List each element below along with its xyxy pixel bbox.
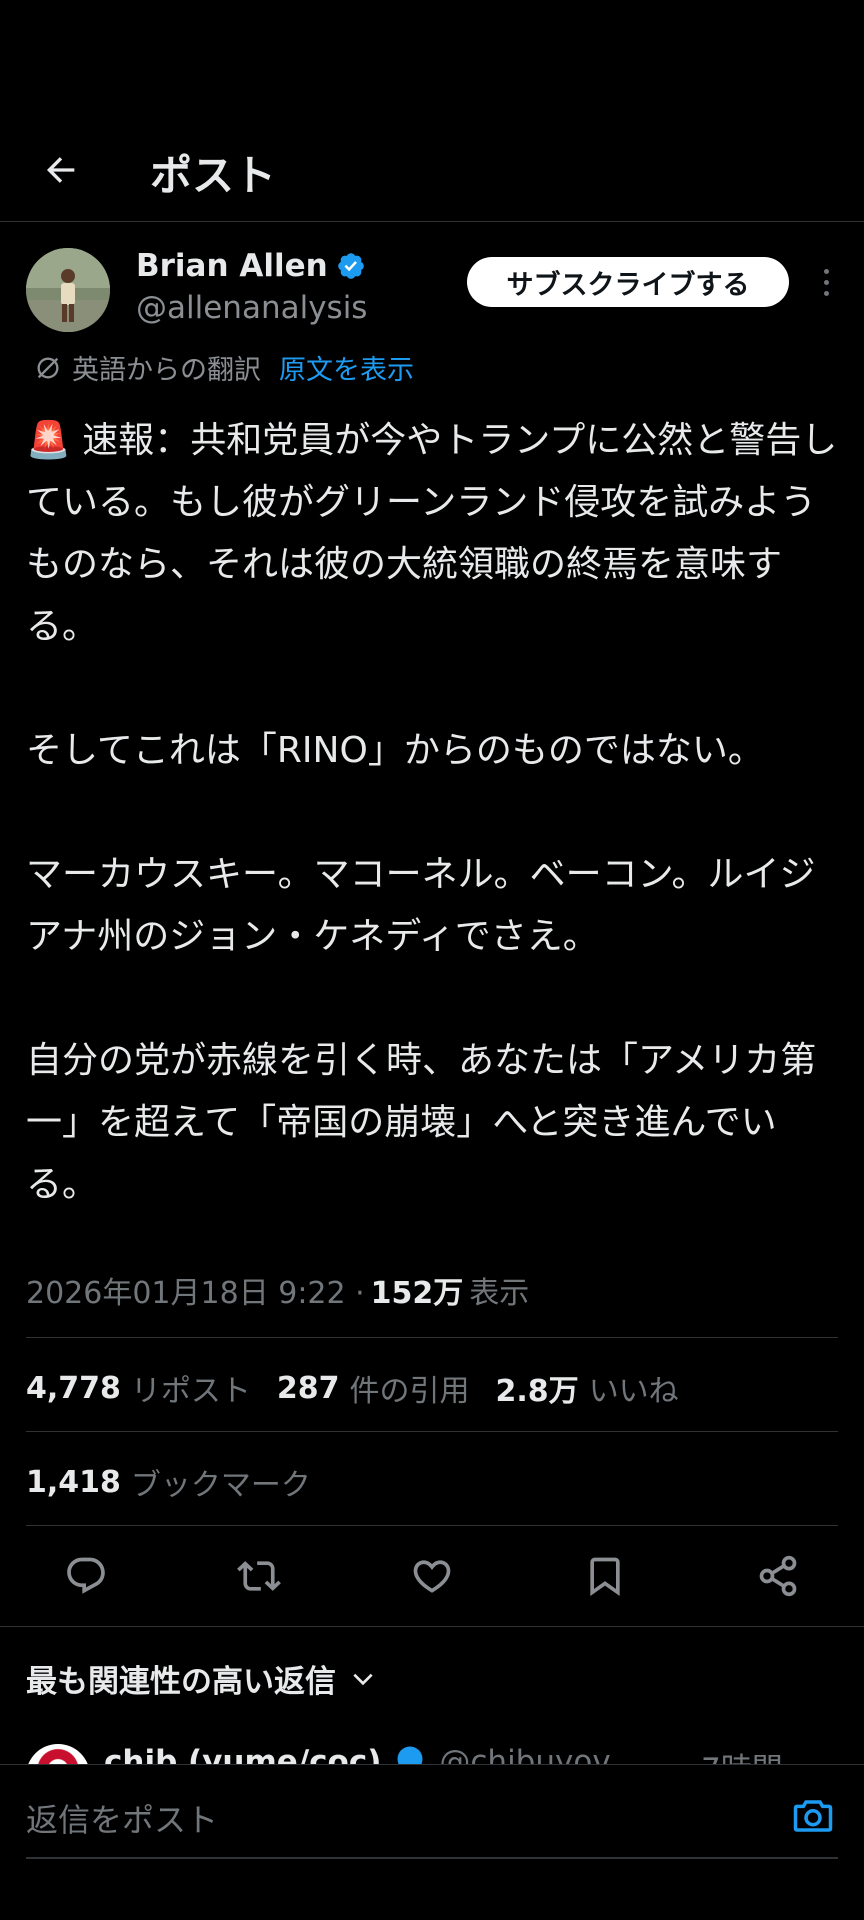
reply-avatar[interactable] bbox=[26, 1744, 90, 1764]
bookmarks-count: 1,418 bbox=[26, 1464, 121, 1500]
verified-badge-icon bbox=[397, 1746, 423, 1764]
avatar[interactable] bbox=[26, 248, 110, 332]
repost-button[interactable] bbox=[231, 1548, 287, 1604]
show-original-link[interactable]: 原文を表示 bbox=[279, 348, 414, 387]
post-meta: 2026年01月18日 9:22 · 152万 表示 bbox=[26, 1268, 529, 1312]
divider bbox=[26, 1431, 838, 1432]
like-button[interactable] bbox=[404, 1548, 460, 1604]
reposts-label: リポスト bbox=[130, 1374, 251, 1409]
bookmark-icon bbox=[590, 1557, 620, 1597]
composer-underline bbox=[26, 1857, 838, 1859]
action-bar bbox=[0, 1548, 864, 1604]
reply-sort-dropdown[interactable]: 最も関連性の高い返信 bbox=[26, 1656, 376, 1701]
author-name-text: Brian Allen bbox=[136, 248, 328, 284]
bookmark-button[interactable] bbox=[577, 1548, 633, 1604]
reply-author-name: chib (yume/coc) bbox=[104, 1744, 382, 1764]
likes-stat[interactable]: 2.8万 いいね bbox=[496, 1366, 679, 1410]
post-text: 🚨 速報：共和党員が今やトランプに公然と警告している。もし彼がグリーンランド侵攻… bbox=[26, 420, 838, 1205]
reply-composer: 返信をポスト bbox=[0, 1764, 864, 1920]
more-dot-icon bbox=[823, 290, 829, 296]
reply-author-handle: @chibuyov bbox=[439, 1744, 611, 1764]
reply-time: 7時間 bbox=[701, 1744, 783, 1764]
more-dot-icon bbox=[823, 279, 829, 285]
author-name[interactable]: Brian Allen bbox=[136, 248, 366, 284]
more-dot-icon bbox=[823, 268, 829, 274]
author-handle[interactable]: @allenanalysis bbox=[136, 290, 367, 326]
reposts-stat[interactable]: 4,778 リポスト bbox=[26, 1366, 251, 1410]
header-divider bbox=[0, 221, 864, 222]
bookmarks-label: ブックマーク bbox=[130, 1468, 311, 1503]
quotes-count: 287 bbox=[276, 1370, 340, 1406]
reply-input[interactable]: 返信をポスト bbox=[26, 1795, 218, 1841]
reposts-count: 4,778 bbox=[26, 1370, 121, 1406]
chevron-down-icon bbox=[353, 1673, 373, 1685]
quotes-label: 件の引用 bbox=[349, 1374, 470, 1409]
verified-badge-icon bbox=[337, 253, 364, 279]
engagement-stats: 4,778 リポスト 287 件の引用 2.8万 いいね bbox=[26, 1366, 705, 1410]
quotes-stat[interactable]: 287 件の引用 bbox=[277, 1366, 470, 1410]
share-button[interactable] bbox=[750, 1548, 806, 1604]
translate-icon bbox=[37, 357, 59, 378]
heart-icon bbox=[413, 1560, 451, 1593]
reply-button[interactable] bbox=[58, 1548, 114, 1604]
views-label: 表示 bbox=[469, 1276, 530, 1311]
post-timestamp[interactable]: 2026年01月18日 9:22 · bbox=[26, 1268, 365, 1312]
divider bbox=[26, 1337, 838, 1338]
translation-row: 英語からの翻訳 原文を表示 bbox=[34, 348, 414, 387]
reply-icon bbox=[67, 1557, 105, 1594]
camera-button[interactable] bbox=[790, 1793, 836, 1839]
back-button[interactable] bbox=[36, 145, 86, 195]
share-icon bbox=[759, 1555, 797, 1597]
more-options-button[interactable] bbox=[811, 262, 841, 302]
repost-icon bbox=[237, 1561, 281, 1591]
page-title: ポスト bbox=[150, 151, 277, 200]
arrow-left-icon bbox=[46, 157, 75, 183]
likes-label: いいね bbox=[588, 1374, 679, 1409]
views-count: 152万 bbox=[370, 1276, 464, 1311]
translation-label: 英語からの翻訳 bbox=[72, 355, 261, 386]
camera-icon bbox=[793, 1800, 833, 1832]
bookmarks-stat[interactable]: 1,418 ブックマーク bbox=[26, 1460, 337, 1504]
section-divider bbox=[0, 1626, 864, 1627]
top-bar: ポスト bbox=[0, 120, 864, 220]
reply-sort-label: 最も関連性の高い返信 bbox=[26, 1664, 336, 1700]
subscribe-button[interactable]: サブスクライブする bbox=[467, 257, 789, 307]
divider bbox=[26, 1525, 838, 1526]
post-author: Brian Allen @allenanalysis サブスクライブする bbox=[26, 248, 846, 338]
reply-preview[interactable]: chib (yume/coc) @chibuyov 7時間 bbox=[0, 1744, 864, 1764]
likes-count: 2.8万 bbox=[495, 1374, 579, 1409]
